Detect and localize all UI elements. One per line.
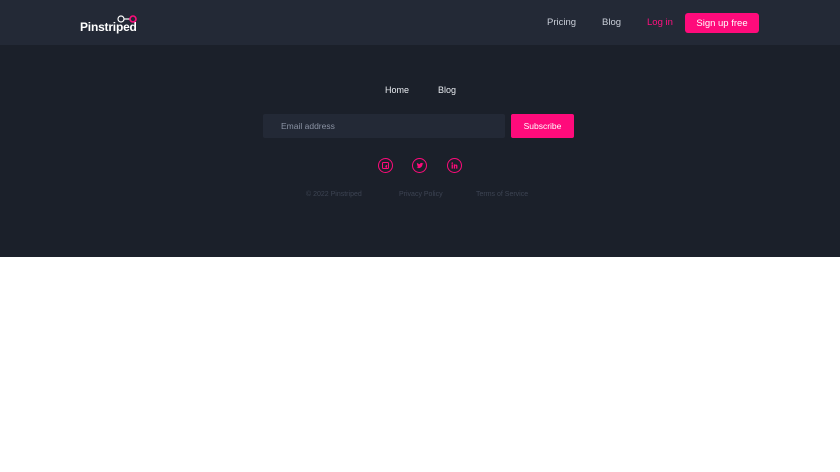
subscribe-button[interactable]: Subscribe: [511, 114, 574, 138]
twitter-link[interactable]: [412, 158, 427, 173]
brand-logo[interactable]: Pinstriped: [80, 14, 140, 34]
copyright-text: © 2022 Pinstriped: [306, 191, 362, 198]
nav-link-pricing[interactable]: Pricing: [547, 17, 576, 28]
twitter-icon: [416, 162, 424, 169]
site-footer: Home Blog Subscribe © 2022 Pinstriped Pr…: [0, 45, 840, 257]
email-input[interactable]: [263, 114, 505, 138]
login-link[interactable]: Log in: [647, 17, 673, 28]
linkedin-icon: [451, 162, 458, 169]
site-header: Pinstriped Pricing Blog Log in Sign up f…: [0, 0, 840, 45]
privacy-policy-link[interactable]: Privacy Policy: [399, 191, 443, 198]
facebook-icon: [382, 162, 389, 169]
footer-link-blog[interactable]: Blog: [438, 85, 456, 95]
terms-of-service-link[interactable]: Terms of Service: [476, 191, 528, 198]
signup-button[interactable]: Sign up free: [685, 13, 759, 33]
footer-link-home[interactable]: Home: [385, 85, 409, 95]
facebook-link[interactable]: [378, 158, 393, 173]
logo-mark-icon: [117, 15, 137, 23]
linkedin-link[interactable]: [447, 158, 462, 173]
nav-link-blog[interactable]: Blog: [602, 17, 621, 28]
